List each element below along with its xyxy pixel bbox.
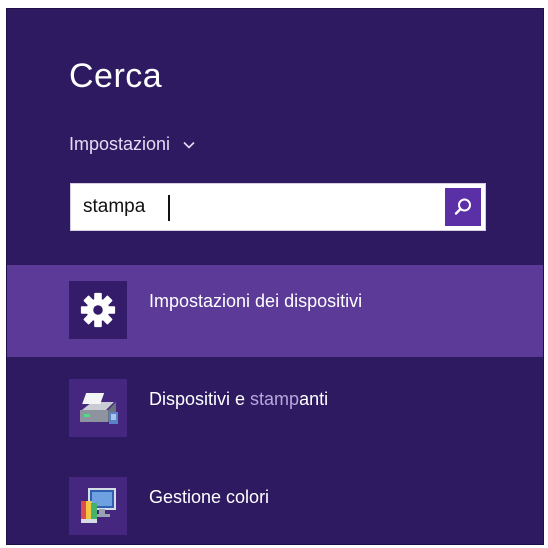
charm-title: Cerca — [69, 57, 163, 95]
search-button[interactable] — [445, 188, 481, 226]
result-label: Impostazioni dei dispositivi — [149, 291, 363, 311]
search-icon — [454, 198, 471, 215]
text-caret — [168, 195, 170, 221]
result-label: Dispositivi e stampanti — [149, 389, 329, 409]
result-tile — [69, 379, 127, 437]
search-scope-dropdown[interactable]: Impostazioni — [69, 134, 196, 155]
search-input[interactable] — [71, 184, 441, 230]
result-tile — [69, 281, 127, 339]
result-label: Gestione colori — [149, 487, 270, 507]
printer-icon — [80, 393, 118, 424]
search-charm-panel: Cerca Impostazioni stampa Impostazioni d… — [6, 8, 544, 545]
gear-icon — [80, 292, 116, 328]
search-results-list: Impostazioni dei dispositivi Dispositivi… — [7, 265, 543, 544]
color-management-icon — [81, 488, 116, 523]
result-color-management[interactable]: Gestione colori — [7, 461, 543, 544]
search-box — [70, 183, 486, 231]
chevron-down-icon — [183, 141, 195, 149]
result-device-settings[interactable]: Impostazioni dei dispositivi — [7, 265, 543, 357]
result-devices-and-printers[interactable]: Dispositivi e stampanti — [7, 363, 543, 455]
result-tile — [69, 477, 127, 535]
search-scope-label: Impostazioni — [69, 134, 171, 154]
